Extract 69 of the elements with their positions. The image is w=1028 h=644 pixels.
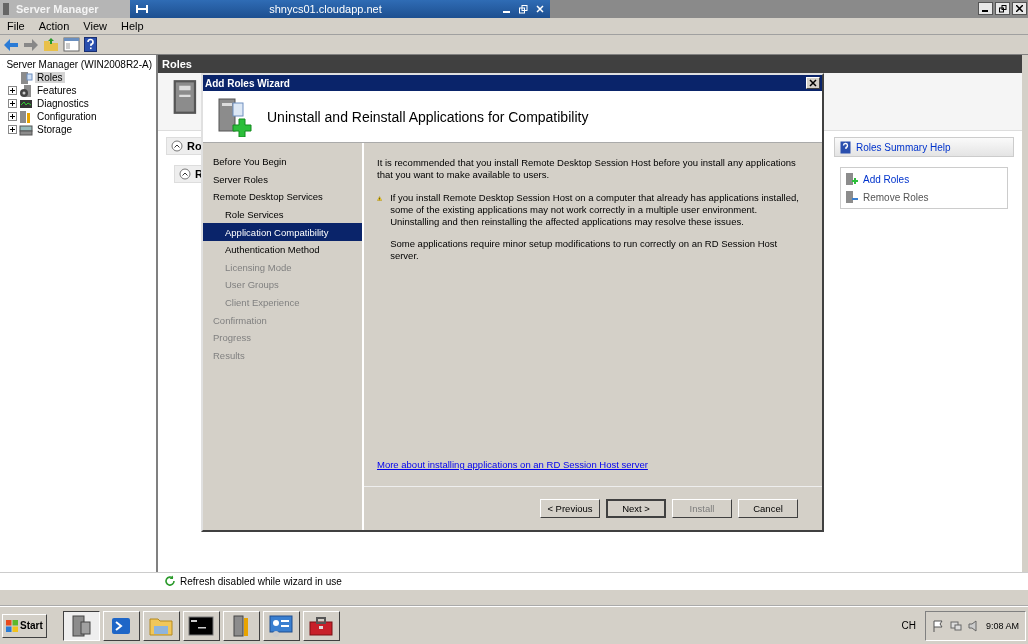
speaker-icon[interactable] [967, 619, 980, 632]
wizard-step[interactable]: Before You Begin [203, 153, 362, 171]
terminal-icon [188, 615, 215, 636]
back-arrow-icon[interactable] [3, 37, 19, 52]
collapse-icon[interactable] [171, 140, 183, 152]
collapse-icon[interactable] [179, 168, 191, 180]
help-link[interactable]: Roles Summary Help [856, 141, 951, 153]
wizard-step[interactable]: Role Services [203, 205, 362, 224]
language-indicator[interactable]: CH [895, 620, 922, 631]
help-icon [840, 140, 851, 154]
tree-item[interactable]: Server Manager (WIN2008R2-A) [4, 59, 154, 70]
server-icon [69, 613, 94, 638]
panel-toggle-icon[interactable] [63, 37, 80, 52]
refresh-icon [164, 575, 176, 587]
wizard-step[interactable]: Application Compatibility [203, 223, 362, 241]
flag-icon[interactable] [931, 619, 944, 632]
pin-icon[interactable] [136, 4, 148, 14]
expand-icon[interactable] [8, 86, 17, 95]
help-link[interactable]: More about installing applications on an RD Session Host server [364, 459, 822, 486]
dialog-button[interactable]: < Previous [540, 499, 600, 518]
restore-icon[interactable] [519, 4, 528, 14]
toolbox-icon [308, 614, 335, 637]
network-icon[interactable] [949, 619, 962, 632]
clock[interactable]: 9:08 AM [985, 620, 1019, 631]
tree-item[interactable]: Configuration [35, 111, 99, 122]
tree-item[interactable]: Diagnostics [35, 98, 91, 109]
page-heading: Uninstall and Reinstall Applications for Compatibility [267, 108, 589, 125]
gear-icon [19, 83, 33, 98]
control-panel-icon [268, 613, 295, 638]
restore-icon [998, 4, 1007, 13]
expand-icon[interactable] [8, 99, 17, 108]
menu-item[interactable]: Action [38, 20, 70, 32]
dialog-button[interactable]: Cancel [738, 499, 798, 518]
menu-item[interactable]: View [83, 20, 107, 32]
disk-icon [19, 122, 33, 137]
start-button[interactable]: Start [2, 613, 47, 638]
wrench-icon [19, 109, 33, 124]
dialog-title: Add Roles Wizard [205, 77, 291, 89]
close-icon [1016, 5, 1023, 12]
close-icon[interactable] [536, 5, 544, 13]
status-text: Refresh disabled while wizard in use [180, 575, 342, 587]
section-title: Ro [187, 140, 202, 152]
close-button[interactable] [1012, 2, 1027, 15]
warning-text: If you install Remote Desktop Session Host on a computer that already has applications installed, some of the existing applications may not work correctly in a multiple user environment. Uninstalling and then reinstalling the affected applications may resolve these issues. [390, 191, 800, 228]
menu-item[interactable]: File [7, 20, 25, 32]
remove-server-icon [845, 190, 859, 204]
window-title: Server Manager [16, 3, 99, 15]
tree-item[interactable]: Storage [35, 124, 75, 135]
expand-icon[interactable] [8, 112, 17, 121]
minimize-button[interactable] [978, 2, 993, 15]
add-server-icon [845, 172, 859, 186]
server-icon [19, 70, 33, 85]
wizard-step[interactable]: Remote Desktop Services [203, 188, 362, 206]
wizard-step[interactable]: Server Roles [203, 170, 362, 189]
dialog-button[interactable]: Next > [606, 499, 666, 518]
expand-icon[interactable] [8, 125, 17, 134]
help-icon[interactable] [84, 37, 97, 52]
pane-header: Roles [158, 55, 1022, 73]
tree-item[interactable]: Features [35, 85, 79, 96]
intro-text: It is recommended that you install Remote Desktop Session Host before you install any applications that you want to make available to users. [377, 157, 797, 181]
tree-item[interactable]: Roles [35, 72, 65, 83]
note-text: Some applications require minor setup modifications to run correctly on an RD Session Host server. [390, 238, 779, 263]
restore-button[interactable] [995, 2, 1010, 15]
windows-logo-icon [6, 619, 18, 632]
taskbar-button[interactable] [62, 610, 100, 641]
connection-title: shnycs01.cloudapp.net [268, 3, 383, 15]
action-link[interactable]: Add Roles [863, 173, 910, 185]
menu-item[interactable]: Help [120, 20, 144, 32]
wizard-step[interactable]: Authentication Method [203, 240, 362, 259]
